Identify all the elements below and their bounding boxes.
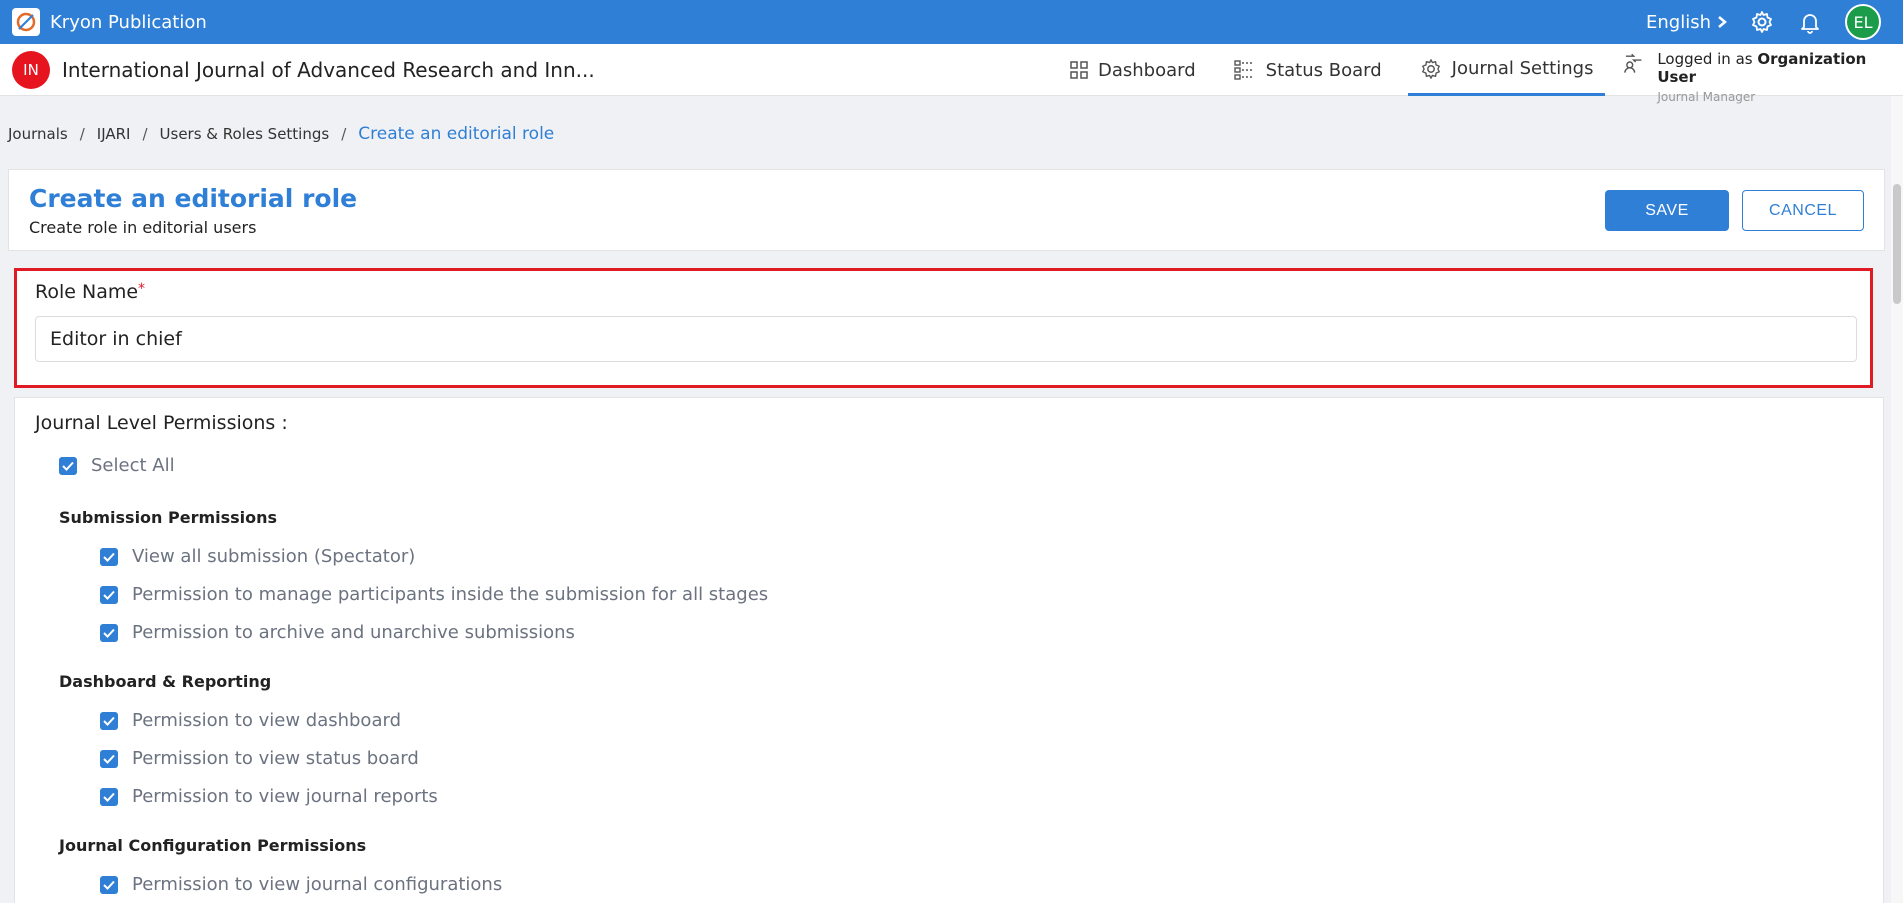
role-name-input[interactable] xyxy=(35,316,1857,362)
tab-status-board[interactable]: Status Board xyxy=(1222,44,1394,96)
journal-badge: IN xyxy=(12,50,50,89)
permission-label: Permission to view journal configuration… xyxy=(132,874,503,895)
page-subtitle: Create role in editorial users xyxy=(29,218,257,237)
tab-journal-settings-label: Journal Settings xyxy=(1451,58,1594,79)
dashboard-grid-icon xyxy=(1070,61,1088,79)
permission-label: Permission to manage participants inside… xyxy=(132,584,769,605)
permission-checkbox[interactable]: View all submission (Spectator) xyxy=(100,546,415,567)
breadcrumb-ijari[interactable]: IJARI xyxy=(97,125,131,143)
notification-bell-icon[interactable] xyxy=(1797,9,1823,35)
app-header: Kryon Publication English EL xyxy=(0,0,1903,44)
page-scrollbar[interactable] xyxy=(1891,96,1903,903)
permission-checkbox[interactable]: Permission to view journal configuration… xyxy=(100,874,502,895)
checkbox-checked-icon xyxy=(100,749,118,768)
breadcrumb-users-roles[interactable]: Users & Roles Settings xyxy=(160,125,330,143)
app-logo-icon[interactable] xyxy=(12,8,40,36)
settings-gear-icon[interactable] xyxy=(1749,9,1775,35)
journal-title[interactable]: International Journal of Advanced Resear… xyxy=(62,58,595,82)
group-title-dashboard-reporting: Dashboard & Reporting xyxy=(59,672,272,691)
checkbox-checked-icon xyxy=(100,711,118,730)
permission-label: Permission to archive and unarchive subm… xyxy=(132,622,575,643)
tab-dashboard[interactable]: Dashboard xyxy=(1058,44,1208,96)
cancel-button[interactable]: CANCEL xyxy=(1742,190,1864,231)
breadcrumb-journals[interactable]: Journals xyxy=(8,125,68,143)
tab-status-board-label: Status Board xyxy=(1265,59,1382,81)
required-marker: * xyxy=(138,281,146,297)
permission-checkbox[interactable]: Permission to view journal reports xyxy=(100,786,438,807)
login-info[interactable]: Logged in as Organization User Journal M… xyxy=(1622,50,1903,104)
role-name-label: Role Name* xyxy=(35,281,146,303)
permission-checkbox[interactable]: Permission to view status board xyxy=(100,748,419,769)
login-role: Journal Manager xyxy=(1657,90,1756,104)
journal-navbar: IN International Journal of Advanced Res… xyxy=(0,44,1903,104)
permission-checkbox[interactable]: Permission to view dashboard xyxy=(100,710,401,731)
permission-checkbox[interactable]: Permission to archive and unarchive subm… xyxy=(100,622,575,643)
permissions-title: Journal Level Permissions : xyxy=(35,412,288,434)
permission-label: Permission to view status board xyxy=(132,748,419,769)
breadcrumb-separator: / xyxy=(79,125,85,143)
checkbox-checked-icon xyxy=(100,787,118,806)
language-selector[interactable]: English xyxy=(1646,12,1727,33)
scrollbar-thumb[interactable] xyxy=(1893,184,1901,304)
page-title: Create an editorial role xyxy=(29,184,358,213)
select-all-checkbox[interactable]: Select All xyxy=(59,455,175,476)
login-prefix: Logged in as xyxy=(1657,50,1753,68)
breadcrumb: Journals / IJARI / Users & Roles Setting… xyxy=(8,124,554,144)
page-header-card: Create an editorial role Create role in … xyxy=(8,169,1885,251)
checkbox-checked-icon xyxy=(100,547,118,566)
permissions-section: Journal Level Permissions : Select All S… xyxy=(14,397,1884,903)
permission-checkbox[interactable]: Permission to manage participants inside… xyxy=(100,584,768,605)
breadcrumb-separator: / xyxy=(142,125,148,143)
permission-label: View all submission (Spectator) xyxy=(132,546,416,567)
group-title-submission: Submission Permissions xyxy=(59,508,278,527)
app-title: Kryon Publication xyxy=(50,11,207,33)
permission-label: Permission to view dashboard xyxy=(132,710,401,731)
breadcrumb-separator: / xyxy=(341,125,347,143)
language-label: English xyxy=(1646,11,1711,33)
save-button[interactable]: SAVE xyxy=(1605,190,1729,231)
checkbox-checked-icon xyxy=(100,623,118,642)
journal-settings-gear-icon xyxy=(1421,58,1440,79)
tab-journal-settings[interactable]: Journal Settings xyxy=(1407,44,1606,96)
breadcrumb-current: Create an editorial role xyxy=(358,124,555,144)
switch-user-icon xyxy=(1624,53,1642,73)
checkbox-checked-icon xyxy=(59,456,77,475)
tab-dashboard-label: Dashboard xyxy=(1098,59,1196,81)
role-name-section: Role Name* xyxy=(14,268,1873,388)
status-board-icon xyxy=(1233,60,1254,80)
select-all-label: Select All xyxy=(91,455,175,476)
permission-label: Permission to view journal reports xyxy=(132,786,438,807)
checkbox-checked-icon xyxy=(100,875,118,894)
user-avatar[interactable]: EL xyxy=(1845,4,1881,40)
chevron-right-icon xyxy=(1718,16,1727,28)
group-title-journal-configuration: Journal Configuration Permissions xyxy=(59,836,367,855)
checkbox-checked-icon xyxy=(100,585,118,604)
